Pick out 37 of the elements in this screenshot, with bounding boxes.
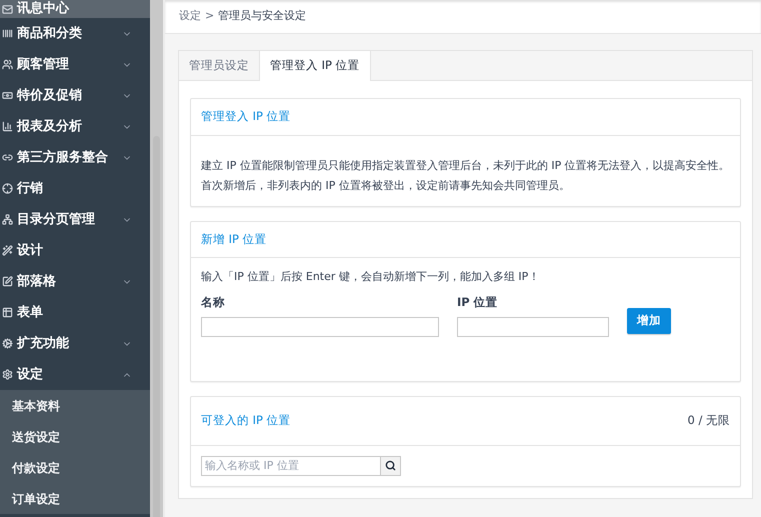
mail-icon — [2, 4, 13, 14]
search-icon — [385, 460, 396, 472]
cogs-icon — [2, 338, 13, 349]
tab[interactable]: 管理登入 IP 位置 — [259, 51, 371, 81]
bar-chart-icon — [2, 121, 13, 132]
hint-text: 输入「IP 位置」后按 Enter 键，会自动新增下一列，能加入多组 IP！ — [201, 269, 540, 285]
users-icon — [2, 59, 13, 70]
panel-title: 可登入的 IP 位置 — [201, 412, 291, 430]
search-field[interactable]: 输入名称或 IP 位置 — [201, 456, 381, 476]
panel-title: 新增 IP 位置 — [191, 222, 740, 258]
submenu-item[interactable]: 订单设定 — [0, 483, 150, 514]
search-button[interactable] — [381, 456, 401, 476]
field-label: IP 位置 — [457, 294, 499, 310]
name-field[interactable] — [201, 316, 439, 337]
ip-field[interactable] — [457, 316, 609, 337]
table-icon — [2, 307, 13, 318]
pen-square-icon — [2, 276, 13, 287]
link-icon — [2, 152, 13, 163]
field-label: 名称 — [201, 294, 226, 310]
wand-icon — [2, 245, 13, 256]
count-text: 0 / 无限 — [687, 412, 730, 430]
submenu-item[interactable]: 基本资料 — [0, 390, 150, 421]
barcode-icon — [2, 28, 13, 39]
submenu-item[interactable]: 付款设定 — [0, 452, 150, 483]
breadcrumb-current: 管理员与安全设定 — [218, 8, 306, 24]
sidebar-item[interactable]: 讯息中心 — [0, 0, 150, 18]
panel-title: 管理登入 IP 位置 — [191, 99, 740, 136]
submenu-item[interactable]: 送货设定 — [0, 421, 150, 452]
network-icon — [2, 214, 13, 225]
tab[interactable]: 管理员设定 — [179, 51, 259, 80]
banknote-icon — [2, 90, 13, 101]
breadcrumb-separator: > — [205, 8, 214, 24]
breadcrumb-link[interactable]: 设定 — [179, 8, 201, 25]
settings-icon — [2, 369, 13, 380]
intro-text: 建立 IP 位置能限制管理员只能使用指定装置登入管理后台，未列于此的 IP 位置将无法登入，以提高安全性。首次新增后，非列表内的 IP 位置将被登出，设定前请事先知会共同管理员。 — [200, 158, 731, 194]
crosshair-icon — [2, 183, 13, 194]
add-button[interactable]: 增加 — [627, 308, 671, 334]
